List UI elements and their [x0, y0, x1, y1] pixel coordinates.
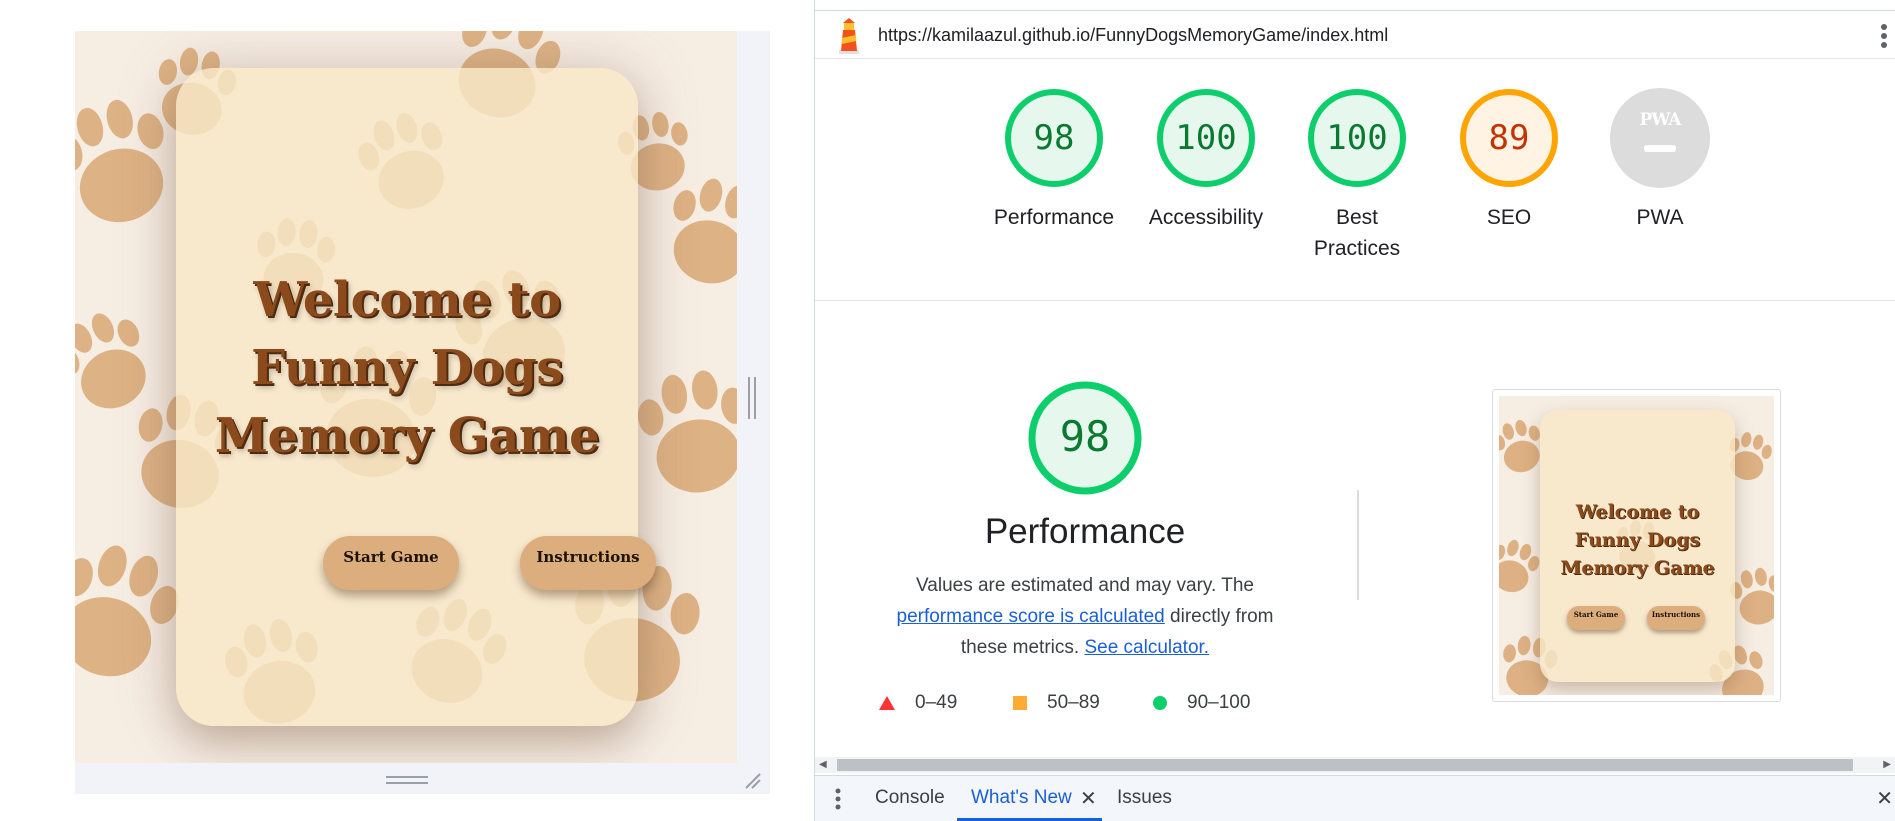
square-icon	[1013, 696, 1027, 710]
tab-issues[interactable]: Issues	[1117, 787, 1172, 809]
section-separator	[1357, 490, 1359, 600]
legend-pass: 90–100	[1153, 692, 1250, 714]
performance-description: Values are estimated and may vary. The p…	[855, 570, 1315, 663]
score-calculated-link[interactable]: performance score is calculated	[897, 606, 1165, 627]
legend-average: 50–89	[1013, 692, 1100, 714]
game-page-preview: Welcome to Funny Dogs Memory Game Start …	[75, 31, 737, 763]
scroll-right-arrow-icon[interactable]: ▶	[1883, 759, 1891, 770]
lighthouse-icon	[839, 18, 859, 54]
close-tab-icon[interactable]: ✕	[1080, 786, 1097, 811]
start-game-button[interactable]: Start Game	[323, 536, 459, 590]
pwa-na-dash	[1644, 145, 1676, 152]
gauge-score: 89	[1488, 118, 1530, 158]
thumbnail-title: Welcome to Funny Dogs Memory Game	[1560, 501, 1715, 579]
performance-title: Performance	[984, 512, 1186, 551]
score-legend: 0–49 50–89 90–100	[855, 692, 1315, 716]
circle-icon	[1153, 696, 1167, 710]
viewport-resize-handle-right[interactable]	[748, 377, 756, 419]
tab-whats-new[interactable]: What's New	[971, 787, 1072, 809]
kebab-menu-icon[interactable]	[1877, 22, 1891, 50]
gauge-seo[interactable]: 89 SEO	[1434, 88, 1584, 233]
gauge-label: Accessibility	[1148, 206, 1264, 229]
close-drawer-icon[interactable]: ✕	[1876, 786, 1893, 811]
instructions-button[interactable]: Instructions	[520, 536, 656, 590]
thumbnail-start-button: Start Game	[1567, 606, 1625, 630]
legend-range: 0–49	[915, 692, 958, 713]
viewport-resize-corner-icon[interactable]	[742, 770, 762, 790]
welcome-card: Welcome to Funny Dogs Memory Game Start …	[176, 68, 656, 726]
legend-fail: 0–49	[879, 692, 957, 714]
lighthouse-report-panel: https://kamilaazul.github.io/FunnyDogsMe…	[814, 0, 1895, 821]
device-preview-pane: Welcome to Funny Dogs Memory Game Start …	[0, 0, 810, 821]
report-top-strip	[815, 0, 1895, 11]
thumbnail-image: Welcome to Funny Dogs Memory Game Start …	[1499, 396, 1774, 695]
gauge-best-practices[interactable]: 100 Best Practices	[1282, 88, 1432, 264]
viewport-resize-handle-bottom[interactable]	[386, 776, 428, 784]
scrollbar-thumb[interactable]	[837, 759, 1853, 771]
scroll-left-arrow-icon[interactable]: ◀	[819, 759, 827, 770]
triangle-icon	[879, 696, 895, 710]
thumbnail-instructions-button: Instructions	[1647, 606, 1705, 630]
summary-divider	[815, 300, 1895, 301]
performance-section: 98 Performance Values are estimated and …	[855, 380, 1315, 713]
gauge-accessibility[interactable]: 100 Accessibility	[1131, 88, 1281, 233]
desc-prefix: Values are estimated and may vary. The	[916, 575, 1254, 596]
gauge-score: 100	[1175, 118, 1237, 158]
legend-range: 90–100	[1187, 692, 1251, 713]
pwa-badge-icon: PWA	[1639, 110, 1682, 130]
gauge-label: Performance	[993, 206, 1115, 229]
drawer-tab-bar: Console What's New ✕ Issues ✕	[815, 775, 1895, 821]
legend-range: 50–89	[1047, 692, 1100, 713]
final-screenshot-thumbnail[interactable]: Welcome to Funny Dogs Memory Game Start …	[1492, 389, 1781, 702]
gauge-label: PWA	[1636, 206, 1684, 229]
drawer-menu-icon[interactable]	[835, 788, 841, 810]
gauge-pwa[interactable]: PWA PWA	[1585, 88, 1735, 233]
gauge-score: 98	[1033, 118, 1075, 158]
welcome-title: Welcome to Funny Dogs Memory Game	[214, 272, 600, 464]
see-calculator-link[interactable]: See calculator.	[1084, 637, 1209, 658]
gauge-score: 100	[1326, 118, 1388, 158]
performance-score: 98	[1059, 412, 1111, 461]
gauge-performance[interactable]: 98 Performance	[979, 88, 1129, 233]
tab-console[interactable]: Console	[875, 787, 945, 809]
report-url[interactable]: https://kamilaazul.github.io/FunnyDogsMe…	[878, 25, 1388, 46]
report-url-bar: https://kamilaazul.github.io/FunnyDogsMe…	[815, 12, 1895, 59]
performance-gauge-large: 98	[1027, 380, 1143, 496]
gauge-label: Best Practices	[1313, 206, 1401, 260]
horizontal-scrollbar[interactable]: ◀ ▶	[815, 757, 1895, 773]
gauge-label: SEO	[1486, 206, 1532, 229]
thumbnail-card: Welcome to Funny Dogs Memory Game Start …	[1540, 410, 1735, 682]
